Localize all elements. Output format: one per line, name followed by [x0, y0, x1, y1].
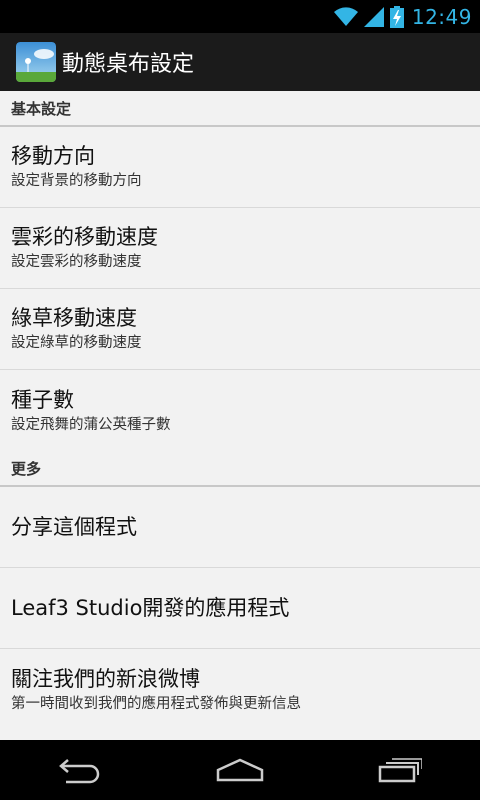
pref-title: 移動方向: [11, 144, 95, 168]
pref-title: 分享這個程式: [11, 515, 137, 539]
app-icon[interactable]: [16, 42, 56, 82]
status-time: 12:49: [411, 4, 472, 29]
home-icon: [216, 758, 264, 782]
section-header-more: 更多: [0, 451, 480, 487]
pref-summary: 設定背景的移動方向: [11, 173, 142, 189]
pref-title: 綠草移動速度: [11, 306, 137, 330]
pref-item-cloud-speed[interactable]: 雲彩的移動速度 設定雲彩的移動速度: [0, 208, 480, 289]
pref-summary: 設定雲彩的移動速度: [11, 254, 142, 270]
status-bar: 12:49: [0, 0, 480, 33]
pref-item-follow-weibo[interactable]: 關注我們的新浪微博 第一時間收到我們的應用程式發佈與更新信息: [0, 649, 480, 730]
pref-title: 關注我們的新浪微博: [11, 666, 200, 691]
wifi-icon: [333, 6, 358, 26]
pref-title: Leaf3 Studio開發的應用程式: [11, 596, 290, 620]
pref-summary: 設定綠草的移動速度: [11, 335, 142, 351]
preference-list: 基本設定 移動方向 設定背景的移動方向 雲彩的移動速度 設定雲彩的移動速度 綠草…: [0, 91, 480, 740]
pref-summary: 第一時間收到我們的應用程式發佈與更新信息: [11, 695, 301, 712]
recent-apps-icon: [378, 758, 422, 783]
section-header-basic: 基本設定: [0, 91, 480, 127]
status-icons: [333, 5, 404, 28]
signal-icon: [363, 6, 384, 27]
home-button[interactable]: [200, 745, 280, 795]
navigation-bar: [0, 740, 480, 800]
pref-title: 雲彩的移動速度: [11, 225, 158, 249]
battery-charging-icon: [389, 5, 404, 28]
back-icon: [59, 759, 100, 784]
pref-item-move-direction[interactable]: 移動方向 設定背景的移動方向: [0, 127, 480, 208]
recent-apps-button[interactable]: [360, 745, 440, 795]
pref-title: 種子數: [11, 387, 74, 412]
back-button[interactable]: [40, 745, 120, 795]
pref-item-share-app[interactable]: 分享這個程式: [0, 487, 480, 568]
pref-item-developer-apps[interactable]: Leaf3 Studio開發的應用程式: [0, 568, 480, 649]
pref-item-grass-speed[interactable]: 綠草移動速度 設定綠草的移動速度: [0, 289, 480, 370]
action-bar: 動態桌布設定: [0, 33, 480, 91]
app-title: 動態桌布設定: [62, 52, 195, 77]
pref-item-seed-count[interactable]: 種子數 設定飛舞的蒲公英種子數: [0, 370, 480, 451]
pref-summary: 設定飛舞的蒲公英種子數: [11, 416, 171, 433]
